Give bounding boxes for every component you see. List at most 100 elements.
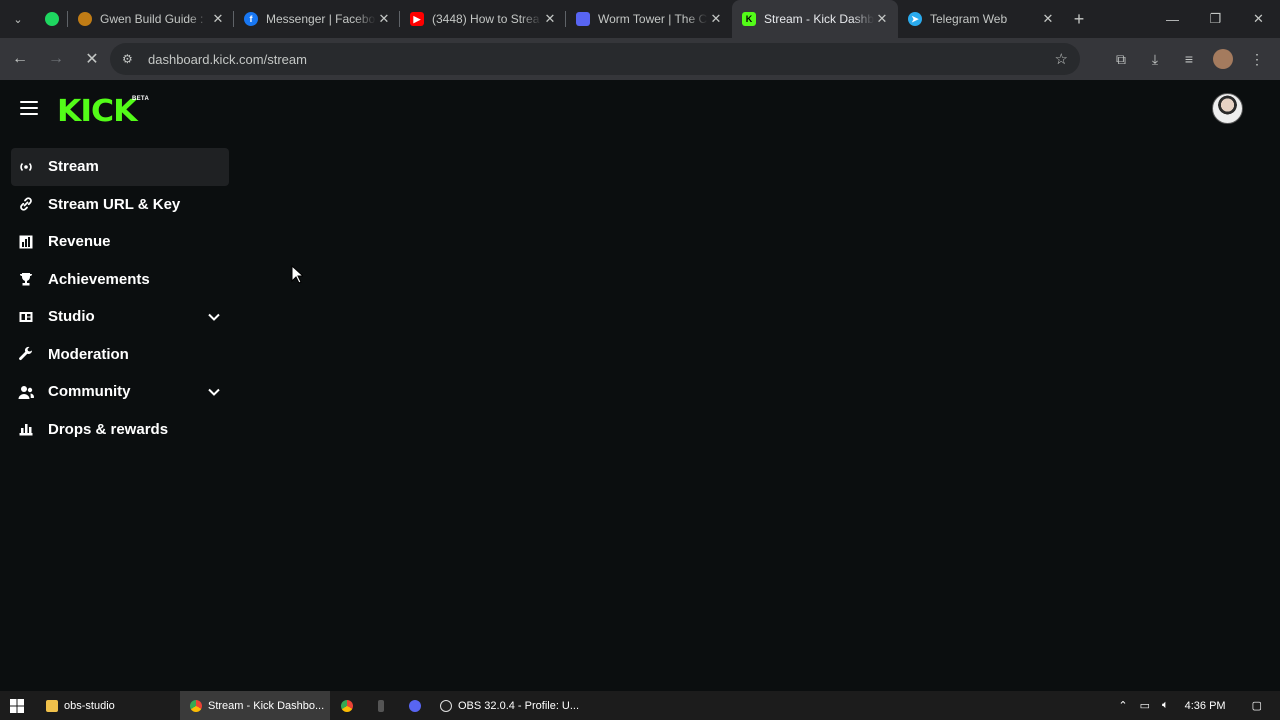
mouse-cursor-icon: [291, 265, 303, 284]
tab-strip: ⌄ Gwen Build Guide : ✕ f Messenger | Fac…: [0, 0, 1280, 38]
sidebar-nav: Stream Stream URL & Key Revenue Achievem…: [11, 148, 229, 448]
beta-badge: BETA: [132, 96, 150, 102]
tab-title: Gwen Build Guide :: [100, 12, 204, 26]
window-controls: — ❐ ✕: [1151, 0, 1280, 38]
windows-taskbar: obs-studio Stream - Kick Dashbo... OBS 3…: [0, 691, 1280, 720]
minimize-icon[interactable]: —: [1151, 0, 1194, 38]
tab-telegram[interactable]: ➤ Telegram Web ✕: [898, 0, 1064, 38]
folder-icon: [46, 699, 58, 712]
clock[interactable]: 4:36 PM: [1185, 700, 1226, 712]
mobafire-icon: [78, 12, 92, 26]
kick-dashboard-page: KICK BETA Stream Stream URL & Key Revenu…: [0, 80, 1280, 691]
tab-kick-dashboard[interactable]: K Stream - Kick Dashb ✕: [732, 0, 898, 38]
media-icon[interactable]: ≡: [1172, 51, 1206, 67]
sidebar-item-label: Drops & rewards: [48, 420, 169, 438]
tab-messenger[interactable]: f Messenger | Facebo ✕: [234, 0, 400, 38]
close-icon[interactable]: ✕: [210, 11, 226, 27]
site-settings-icon[interactable]: ⚙: [122, 52, 142, 66]
sidebar-item-stream-url-key[interactable]: Stream URL & Key: [11, 186, 229, 224]
youtube-icon: ▶: [410, 12, 424, 26]
notification-icon[interactable]: ▢: [1252, 699, 1262, 712]
taskbar-item-label: OBS 32.0.4 - Profile: U...: [458, 699, 580, 712]
tab-gwen-guide[interactable]: Gwen Build Guide : ✕: [68, 0, 234, 38]
tab-title: Stream - Kick Dashb: [764, 12, 874, 26]
close-icon[interactable]: ✕: [376, 11, 392, 27]
toolbar-actions: ⧉ ⤓ ≡ ⋮: [1104, 43, 1274, 75]
sidebar-item-stream[interactable]: Stream: [11, 148, 229, 186]
sidebar-item-drops-rewards[interactable]: Drops & rewards: [11, 411, 229, 449]
tab-worm-tower[interactable]: Worm Tower | The C ✕: [566, 0, 732, 38]
broadcast-icon: [18, 159, 34, 175]
trophy-icon: [18, 271, 34, 287]
sidebar-item-community[interactable]: Community: [11, 373, 229, 411]
back-button[interactable]: ←: [4, 43, 36, 75]
facebook-icon: f: [244, 12, 258, 26]
sidebar-item-label: Moderation: [48, 345, 129, 363]
tab-search-button[interactable]: ⌄: [0, 0, 36, 38]
tab-spotify[interactable]: [36, 0, 68, 38]
taskbar-item-chrome[interactable]: [330, 691, 364, 720]
chevron-down-icon[interactable]: [207, 310, 221, 324]
taskbar-item-label: obs-studio: [64, 699, 115, 712]
chrome-icon: [190, 699, 202, 712]
sidebar-item-label: Community: [48, 383, 131, 401]
sidebar-item-label: Studio: [48, 308, 95, 326]
discord-icon: [576, 12, 590, 26]
tab-title: Worm Tower | The C: [598, 12, 708, 26]
people-icon: [18, 384, 34, 400]
spotify-icon: [45, 12, 59, 26]
chevron-down-icon[interactable]: [207, 385, 221, 399]
taskbar-item-app[interactable]: [364, 691, 398, 720]
sidebar-item-moderation[interactable]: Moderation: [11, 336, 229, 374]
address-bar[interactable]: ⚙ dashboard.kick.com/stream ☆: [110, 43, 1080, 75]
windows-icon: [10, 698, 24, 713]
forward-button[interactable]: →: [40, 43, 72, 75]
menu-kebab-icon[interactable]: ⋮: [1240, 51, 1274, 68]
taskbar-item-chrome-kick[interactable]: Stream - Kick Dashbo...: [180, 691, 330, 720]
kick-icon: K: [742, 12, 756, 26]
stop-loading-button[interactable]: ✕: [76, 43, 108, 75]
sidebar-item-label: Stream URL & Key: [48, 195, 181, 213]
volume-icon[interactable]: 🔈︎: [1162, 699, 1169, 712]
wrench-icon: [18, 346, 34, 362]
restore-icon[interactable]: ❐: [1194, 0, 1237, 38]
sidebar-item-label: Stream: [48, 158, 99, 176]
chevron-up-icon[interactable]: ⌃: [1118, 699, 1127, 712]
browser-toolbar: ← → ✕ ⚙ dashboard.kick.com/stream ☆ ⧉ ⤓ …: [0, 38, 1280, 80]
sidebar-item-studio[interactable]: Studio: [11, 298, 229, 336]
close-icon[interactable]: ✕: [708, 11, 724, 27]
taskbar-item-obs[interactable]: OBS 32.0.4 - Profile: U...: [432, 691, 582, 720]
close-icon[interactable]: ✕: [542, 11, 558, 27]
telegram-icon: ➤: [908, 12, 922, 26]
profile-avatar[interactable]: [1213, 49, 1233, 69]
tab-title: Telegram Web: [930, 12, 1008, 26]
system-tray: ⌃ ▭ 🔈︎ 4:36 PM ▢: [1112, 691, 1280, 720]
close-icon[interactable]: ✕: [874, 11, 890, 27]
sidebar-item-label: Achievements: [48, 270, 150, 288]
studio-icon: [18, 309, 34, 325]
download-icon[interactable]: ⤓: [1138, 51, 1172, 68]
obs-icon: [440, 699, 452, 712]
extensions-icon[interactable]: ⧉: [1104, 51, 1138, 68]
gift-icon: [18, 421, 34, 437]
chrome-icon: [341, 699, 353, 712]
app-icon: [378, 699, 384, 712]
user-avatar[interactable]: [1212, 93, 1243, 124]
kick-logo[interactable]: KICK: [57, 94, 138, 129]
tab-title: Messenger | Facebo: [266, 12, 376, 26]
sidebar-item-revenue[interactable]: Revenue: [11, 223, 229, 261]
new-tab-button[interactable]: +: [1064, 0, 1094, 38]
sidebar-item-label: Revenue: [48, 233, 111, 251]
chart-icon: [18, 234, 34, 250]
taskbar-item-discord[interactable]: [398, 691, 432, 720]
url-text[interactable]: dashboard.kick.com/stream: [148, 52, 307, 67]
close-icon[interactable]: ✕: [1040, 11, 1056, 27]
sidebar-item-achievements[interactable]: Achievements: [11, 261, 229, 299]
network-icon[interactable]: ▭: [1140, 699, 1150, 712]
start-button[interactable]: [0, 691, 34, 720]
close-window-icon[interactable]: ✕: [1237, 0, 1280, 38]
taskbar-item-obs-folder[interactable]: obs-studio: [34, 691, 180, 720]
tab-youtube[interactable]: ▶ (3448) How to Strea ✕: [400, 0, 566, 38]
hamburger-menu-icon[interactable]: [20, 101, 38, 115]
bookmark-star-icon[interactable]: ☆: [1055, 50, 1068, 68]
